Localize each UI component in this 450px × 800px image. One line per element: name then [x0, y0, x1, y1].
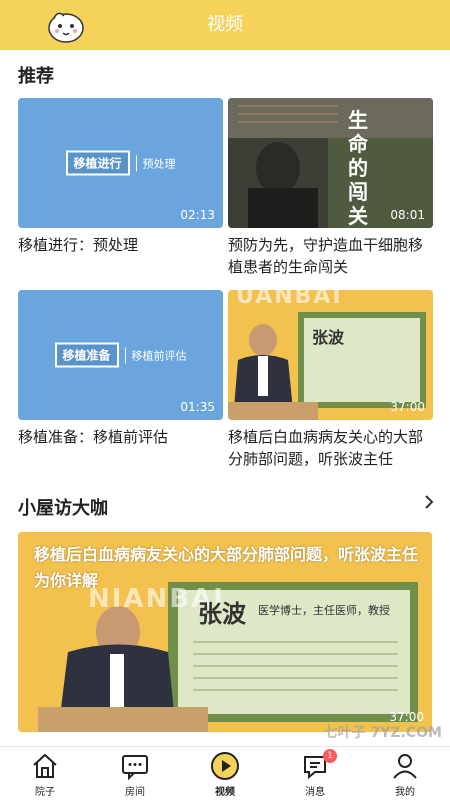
thumbnail-tag-main: 移植准备 — [54, 342, 119, 368]
tab-label: 消息 — [305, 787, 325, 798]
tab-yard[interactable]: 院子 — [0, 747, 90, 800]
tag-divider — [124, 347, 126, 363]
video-thumbnail[interactable]: 移植准备 移植前评估 01:35 — [18, 290, 223, 420]
thumbnail-tag-sub: 预处理 — [142, 157, 176, 170]
tab-label: 房间 — [125, 787, 145, 798]
video-caption[interactable]: 预防为先，守护造血干细胞移植患者的生命闯关 — [228, 234, 433, 278]
tab-label: 院子 — [35, 787, 55, 798]
video-thumbnail[interactable]: 生命的闯关 08:01 — [228, 98, 433, 228]
banner-overlay-title: 医学博士，主任医师，教授 — [258, 604, 390, 617]
banner-overlay-name: 张波 — [198, 600, 246, 628]
thumbnail-tag-main: 移植进行 — [65, 150, 130, 176]
video-card[interactable]: 移植准备 移植前评估 01:35 移植准备：移植前评估 — [18, 290, 223, 448]
section-title-recommend: 推荐 — [18, 66, 54, 87]
tab-label: 视频 — [215, 787, 235, 798]
video-duration: 37:00 — [390, 400, 425, 414]
video-thumbnail[interactable]: 移植进行 预处理 02:13 — [18, 98, 223, 228]
chevron-right-icon[interactable] — [424, 494, 434, 510]
video-duration: 01:35 — [180, 400, 215, 414]
chat-room-icon — [122, 755, 148, 781]
tab-profile[interactable]: 我的 — [360, 747, 450, 800]
video-duration: 02:13 — [180, 208, 215, 222]
thumbnail-overlay-name: 张波 — [312, 328, 345, 347]
video-card[interactable]: UANBAI 张波 37:00 移植后白血病病友关心的大部分肺部问题，听张波主任 — [228, 290, 433, 470]
video-card[interactable]: 移植进行 预处理 02:13 移植进行：预处理 — [18, 98, 223, 256]
tag-divider — [135, 155, 137, 171]
top-bar: 视频 — [0, 0, 450, 50]
tab-label: 我的 — [395, 787, 415, 798]
video-duration: 08:01 — [390, 208, 425, 222]
unread-badge: 1 — [323, 749, 337, 763]
tab-room[interactable]: 房间 — [90, 747, 180, 800]
section-title-interview: 小屋访大咖 — [18, 498, 108, 519]
tab-video[interactable]: 视频 — [180, 747, 270, 800]
user-icon — [393, 754, 417, 779]
video-caption[interactable]: 移植进行：预处理 — [18, 234, 223, 256]
video-card[interactable]: 生命的闯关 08:01 预防为先，守护造血干细胞移植患者的生命闯关 — [228, 98, 433, 278]
thumbnail-tag: 移植进行 预处理 — [65, 150, 176, 176]
thumbnail-overlay-text: 生命的闯关 — [348, 108, 368, 228]
house-icon — [33, 753, 57, 778]
featured-video-banner[interactable]: NIANBAI 张波 医学博士，主任医师，教授 移植后白血病病友关心的大部分肺部… — [18, 532, 432, 732]
thumbnail-tag: 移植准备 移植前评估 — [54, 342, 187, 368]
banner-headline: 移植后白血病病友关心的大部分肺部问题，听张波主任为你详解 — [34, 545, 419, 590]
video-caption[interactable]: 移植准备：移植前评估 — [18, 426, 223, 448]
video-caption[interactable]: 移植后白血病病友关心的大部分肺部问题，听张波主任 — [228, 426, 433, 470]
play-icon — [211, 752, 239, 780]
thumbnail-brand-text: UANBAI — [236, 290, 343, 309]
bottom-tab-bar: 院子 房间 视频 1 消息 我的 — [0, 746, 450, 800]
watermark-text: 七叶子 7YZ.COM — [323, 725, 442, 741]
video-thumbnail[interactable]: UANBAI 张波 37:00 — [228, 290, 433, 420]
thumbnail-tag-sub: 移植前评估 — [131, 349, 187, 362]
page-title: 视频 — [207, 14, 243, 35]
tab-messages[interactable]: 1 消息 — [270, 747, 360, 800]
